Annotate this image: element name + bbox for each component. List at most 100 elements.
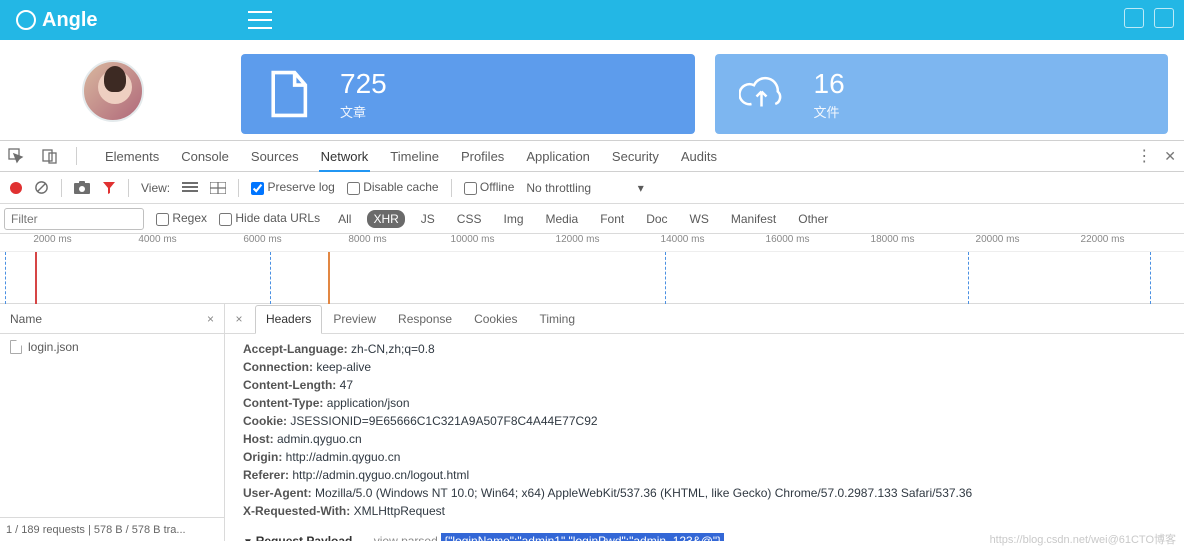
devtools-tab-profiles[interactable]: Profiles [459,141,506,172]
view-label: View: [141,181,170,195]
timeline-tick: 2000 ms [0,234,105,251]
watermark: https://blog.csdn.net/wei@61CTO博客 [990,531,1176,547]
devtools-tab-elements[interactable]: Elements [103,141,161,172]
divider [76,147,77,165]
preserve-log-checkbox[interactable]: Preserve log [251,180,335,194]
request-detail: × HeadersPreviewResponseCookiesTiming Ac… [225,304,1184,541]
filter-type-all[interactable]: All [332,210,357,228]
header-row: User-Agent: Mozilla/5.0 (Windows NT 10.0… [243,484,1166,502]
request-payload-text[interactable]: {"loginName":"admin1","loginPwd":"admin_… [441,533,724,541]
header-row: Origin: http://admin.qyguo.cn [243,448,1166,466]
menu-toggle-button[interactable] [248,11,272,29]
card-articles[interactable]: 725 文章 [241,54,695,134]
detail-body[interactable]: Accept-Language: zh-CN,zh;q=0.8Connectio… [225,334,1184,541]
timeline-marker [328,252,330,304]
devtools-tab-application[interactable]: Application [524,141,592,172]
devtools-top-bar: Elements Console Sources Network Timeline Pro… [0,140,1184,172]
file-icon [10,340,22,354]
header-action-1[interactable] [1124,8,1144,28]
filter-type-img[interactable]: Img [497,210,529,228]
filter-icon[interactable] [102,181,116,195]
timeline-tick: 16000 ms [735,234,840,251]
filter-type-font[interactable]: Font [594,210,630,228]
hide-data-urls-checkbox[interactable]: Hide data URLs [219,211,320,225]
detail-tab-preview[interactable]: Preview [322,305,387,333]
overview-toggle[interactable] [210,182,226,194]
disable-cache-checkbox[interactable]: Disable cache [347,180,439,194]
filter-type-manifest[interactable]: Manifest [725,210,782,228]
timeline-marker [1150,252,1151,304]
devtools-tab-security[interactable]: Security [610,141,661,172]
network-body: Name × login.json 1 / 189 requests | 578… [0,304,1184,541]
devtools-tab-timeline[interactable]: Timeline [388,141,441,172]
view-parsed-link[interactable]: view parsed [374,534,438,541]
request-list-header[interactable]: Name × [0,304,224,334]
brand-text: Angle [42,9,98,32]
card-files[interactable]: 16 文件 [715,54,1169,134]
header-row: Content-Type: application/json [243,394,1166,412]
capture-screenshots-icon[interactable] [74,181,90,195]
device-toggle-icon[interactable] [42,148,58,164]
detail-tab-cookies[interactable]: Cookies [463,305,528,333]
file-icon [265,69,310,119]
request-list: Name × login.json 1 / 189 requests | 578… [0,304,225,541]
payload-section-title[interactable]: Request Payload [243,534,352,541]
timeline-marker [270,252,271,304]
filter-input[interactable] [4,208,144,230]
card-files-label: 文件 [814,102,845,121]
filter-type-css[interactable]: CSS [451,210,488,228]
timeline-tick: 10000 ms [420,234,525,251]
filter-type-media[interactable]: Media [540,210,585,228]
filter-type-js[interactable]: JS [415,210,441,228]
request-item-name: login.json [28,340,79,354]
filter-type-doc[interactable]: Doc [640,210,673,228]
filter-type-other[interactable]: Other [792,210,834,228]
detail-tab-headers[interactable]: Headers [255,305,322,334]
close-devtools-button[interactable]: ✕ [1164,148,1176,165]
devtools-tab-sources[interactable]: Sources [249,141,301,172]
brand-icon [16,10,36,30]
large-rows-toggle[interactable] [182,182,198,194]
card-articles-value: 725 [340,68,387,100]
header-row: Cookie: JSESSIONID=9E65666C1C321A9A507F8… [243,412,1166,430]
content-row: 725 文章 16 文件 [0,40,1184,140]
close-detail-button[interactable]: × [231,311,247,327]
regex-checkbox[interactable]: Regex [156,211,207,225]
filter-type-ws[interactable]: WS [684,210,715,228]
timeline-tick: 14000 ms [630,234,735,251]
request-list-footer: 1 / 189 requests | 578 B / 578 B tra... [0,517,224,541]
timeline-marker [35,252,37,304]
timeline-tick: 18000 ms [840,234,945,251]
filter-type-xhr[interactable]: XHR [367,210,404,228]
avatar[interactable] [82,60,144,122]
timeline-tick: 22000 ms [1050,234,1155,251]
kebab-icon[interactable]: ⋮ [1136,146,1152,166]
network-timeline[interactable]: 2000 ms4000 ms6000 ms8000 ms10000 ms1200… [0,234,1184,304]
inspect-icon[interactable] [8,148,24,164]
clear-button[interactable] [34,180,49,195]
devtools-tab-audits[interactable]: Audits [679,141,719,172]
detail-tab-timing[interactable]: Timing [528,305,586,333]
close-icon[interactable]: × [207,312,214,326]
devtools-tab-network[interactable]: Network [319,141,371,172]
timeline-marker [665,252,666,304]
throttling-select[interactable]: No throttling ▾ [526,181,643,195]
detail-tab-response[interactable]: Response [387,305,463,333]
detail-tabs: × HeadersPreviewResponseCookiesTiming [225,304,1184,334]
header-row: Content-Length: 47 [243,376,1166,394]
request-item[interactable]: login.json [0,334,224,360]
timeline-marker [968,252,969,304]
timeline-tick: 6000 ms [210,234,315,251]
header-row: X-Requested-With: XMLHttpRequest [243,502,1166,520]
filter-types: All XHR JS CSS Img Media Font Doc WS Manifest Othe… [332,210,834,228]
header-right [1124,8,1174,28]
timeline-tick: 4000 ms [105,234,210,251]
card-files-value: 16 [814,68,845,100]
card-articles-label: 文章 [340,102,387,121]
record-button[interactable] [10,182,22,194]
header-action-2[interactable] [1154,8,1174,28]
app-header: Angle [0,0,1184,40]
devtools-tab-console[interactable]: Console [179,141,231,172]
offline-checkbox[interactable]: Offline [464,180,515,194]
timeline-tick: 12000 ms [525,234,630,251]
